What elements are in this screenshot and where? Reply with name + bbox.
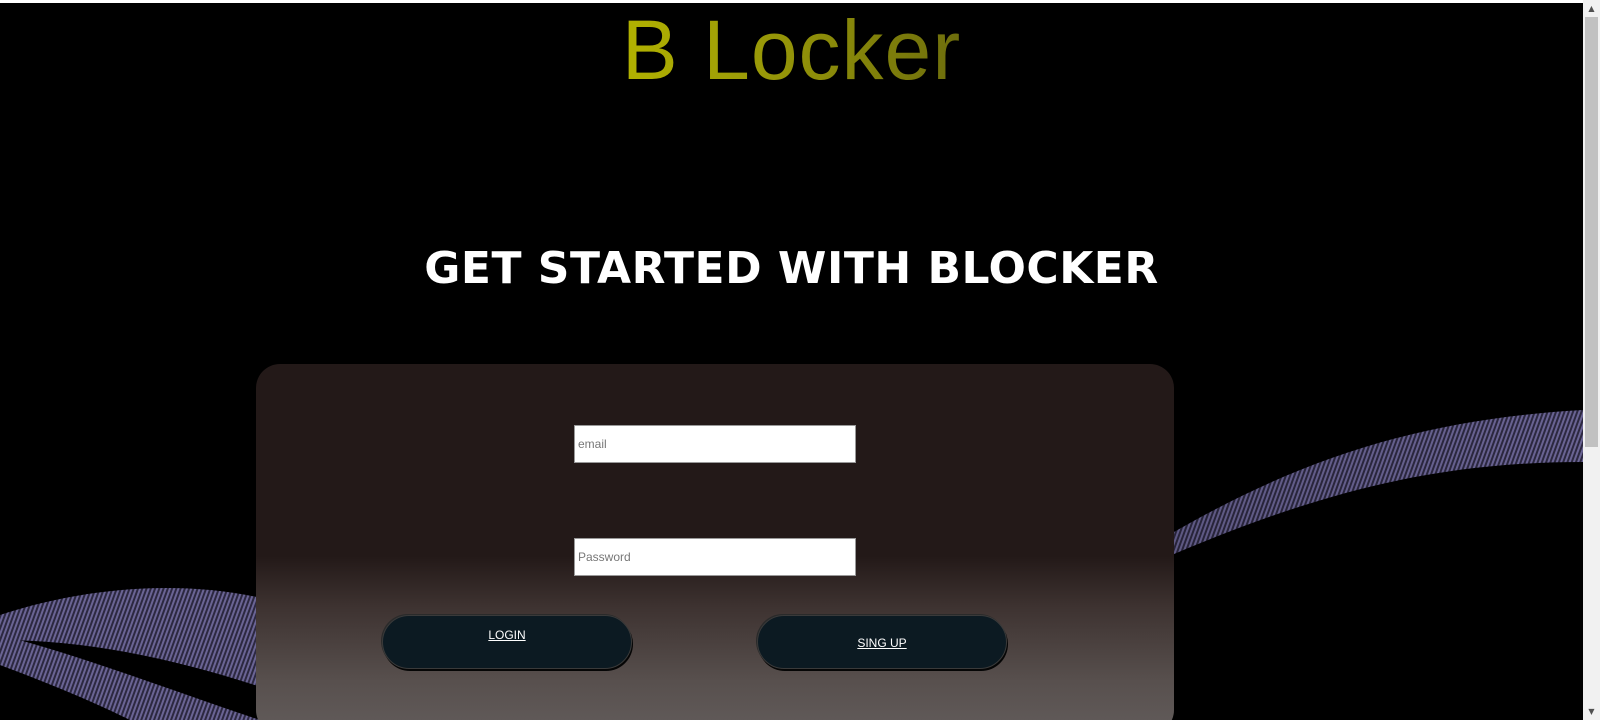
login-button[interactable]: LOGIN (382, 615, 632, 669)
scroll-down-arrow-icon[interactable]: ▼ (1583, 703, 1600, 720)
vertical-scrollbar[interactable]: ▲ ▼ (1583, 0, 1600, 720)
scrollbar-thumb[interactable] (1585, 17, 1598, 447)
signup-button-label: SING UP (857, 636, 907, 650)
signup-button[interactable]: SING UP (757, 615, 1007, 669)
email-field[interactable] (574, 425, 856, 463)
logo: B Locker (0, 8, 1583, 92)
wave-right (1160, 410, 1583, 560)
page-headline: GET STARTED WITH BLOCKER (424, 243, 1159, 294)
logo-text: B Locker (621, 3, 962, 97)
login-button-label: LOGIN (488, 628, 526, 642)
password-field[interactable] (574, 538, 856, 576)
page: B Locker GET STARTED WITH BLOCKER LOGIN … (0, 0, 1583, 720)
scroll-up-arrow-icon[interactable]: ▲ (1583, 0, 1600, 17)
